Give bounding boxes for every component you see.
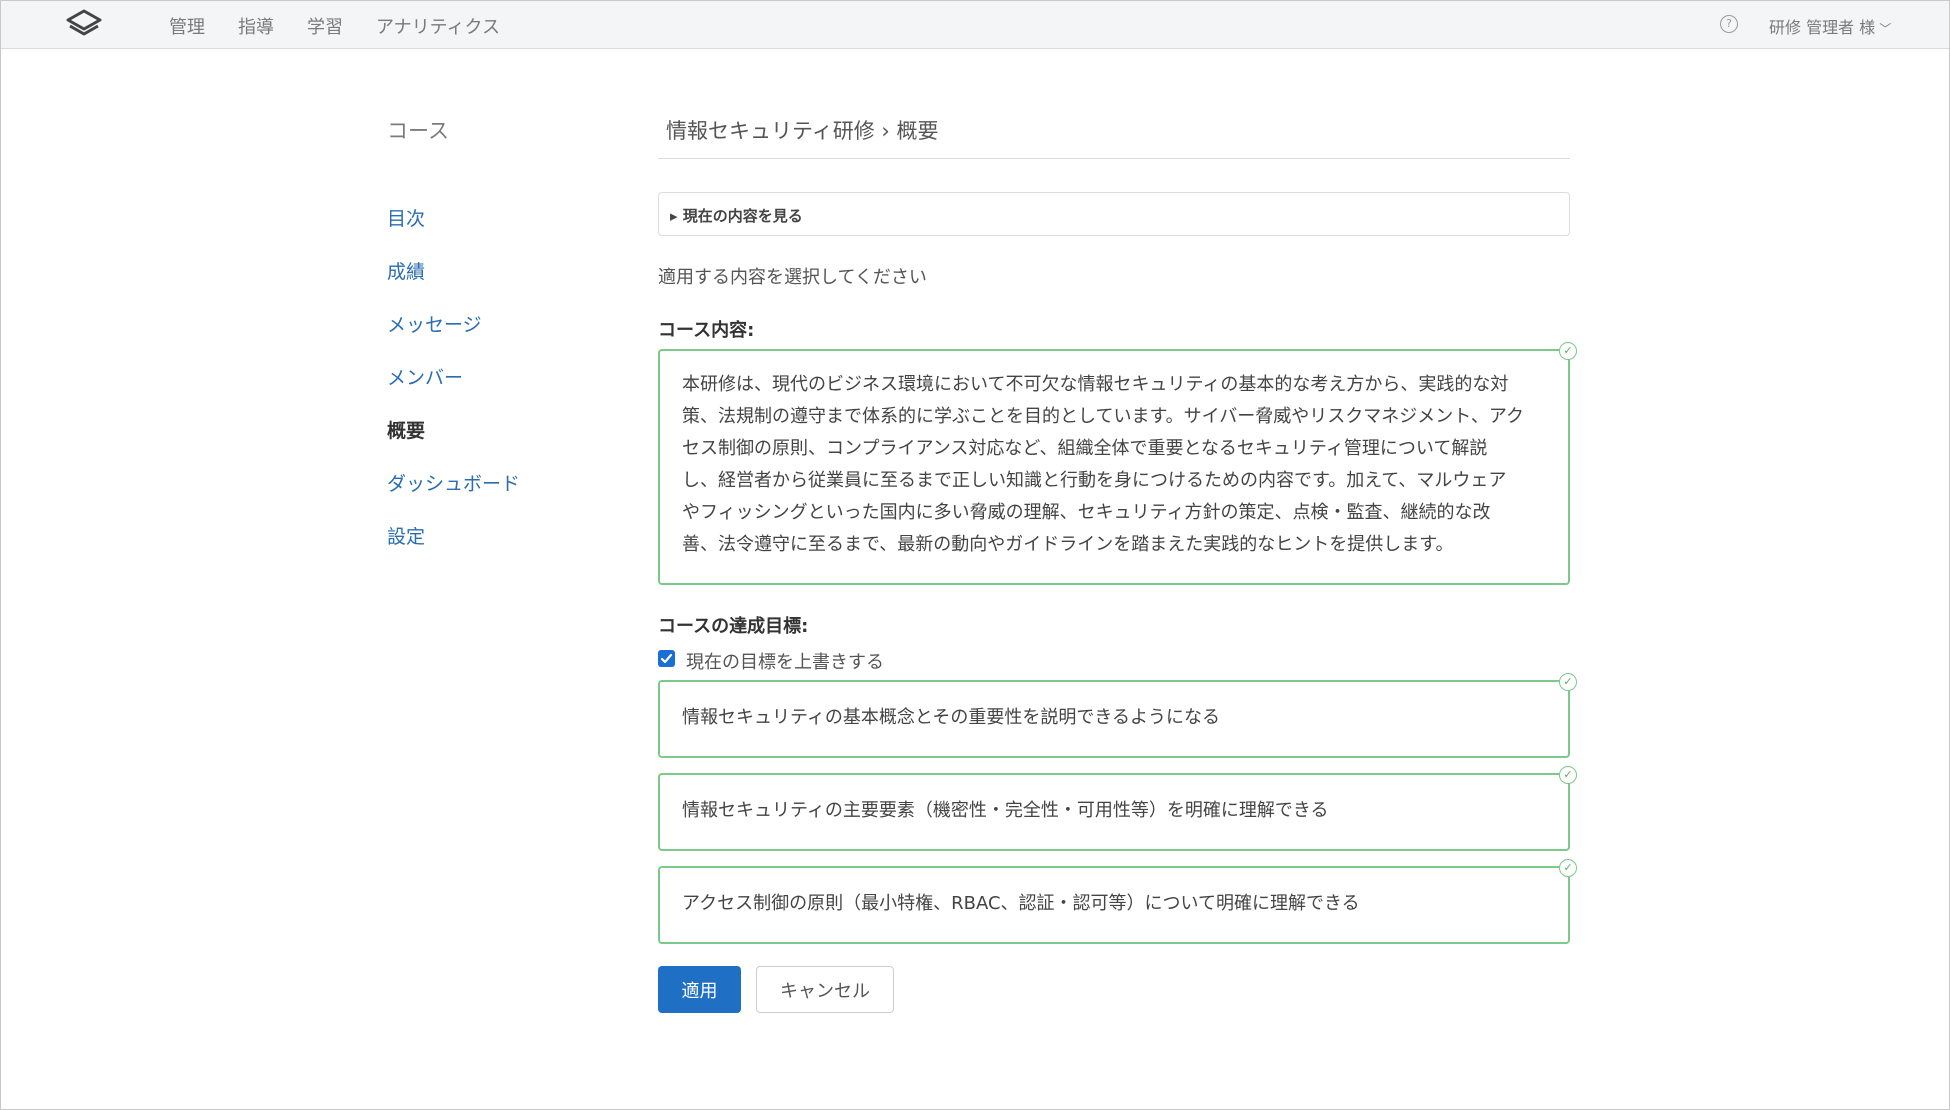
overwrite-goals-label: 現在の目標を上書きする [686,652,884,673]
current-content-toggle-label: ▸ 現在の内容を見る [670,207,803,225]
goal-field-2[interactable]: ✓ 情報セキュリティの主要要素（機密性・完全性・可用性等）を明確に理解できる [658,766,1577,851]
chevron-down-icon: ﹀ [1879,22,1892,36]
sidebar-title: コース [387,119,449,143]
instruction-text: 適用する内容を選択してください [658,267,927,288]
breadcrumb: 情報セキュリティ研修 › 概要 [666,119,939,143]
course-content-line: 善、法令遵守に至るまで、最新の動向やガイドラインを踏まえた実践的なヒントを提供し… [682,534,1454,555]
help-icon[interactable]: ? [1720,15,1738,33]
valid-check-icon: ✓ [1559,859,1577,877]
sidebar-item-overview[interactable]: 概要 [387,416,425,443]
course-content-line: 策、法規制の遵守まで体系的に学ぶことを目的としています。サイバー脅威やリスクマネ… [682,406,1525,427]
cancel-button[interactable]: キャンセル [756,966,894,1013]
nav-item-manage[interactable]: 管理 [169,13,205,39]
user-menu[interactable]: 研修 管理者 様 ﹀ [1769,14,1891,38]
course-content-line: セス制御の原則、コンプライアンス対応など、組織全体で重要となるセキュリティ管理に… [682,438,1488,459]
goal-text: アクセス制御の原則（最小特権、RBAC、認証・認可等）について明確に理解できる [682,893,1360,914]
sidebar-item-toc[interactable]: 目次 [387,204,425,231]
valid-check-icon: ✓ [1559,766,1577,784]
goal-field-1[interactable]: ✓ 情報セキュリティの基本概念とその重要性を説明できるようになる [658,673,1577,758]
course-content-label: コース内容: [658,320,755,341]
sidebar-item-members[interactable]: メンバー [387,363,463,390]
nav-item-instruct[interactable]: 指導 [238,13,274,39]
sidebar-item-grades[interactable]: 成績 [387,257,425,284]
course-content-field[interactable]: ✓ 本研修は、現代のビジネス環境において不可欠な情報セキュリティの基本的な考え方… [658,342,1577,585]
app-window: 管理 指導 学習 アナリティクス ? 研修 管理者 様 ﹀ コース 目次 成績 メ… [0,0,1950,1110]
course-content-line: やフィッシングといった国内に多い脅威の理解、セキュリティ方針の策定、点検・監査、… [682,502,1491,523]
goal-text: 情報セキュリティの基本概念とその重要性を説明できるようになる [682,707,1221,728]
course-content-line: 本研修は、現代のビジネス環境において不可欠な情報セキュリティの基本的な考え方から… [682,374,1509,395]
goals-label: コースの達成目標: [658,616,809,637]
sidebar-item-dashboard[interactable]: ダッシュボード [387,469,520,496]
apply-button[interactable]: 適用 [658,966,741,1013]
course-content-line: し、経営者から従業員に至るまで正しい知識と行動を身につけるための内容です。加えて… [682,470,1507,491]
nav-item-learn[interactable]: 学習 [307,13,343,39]
user-name: 研修 管理者 様 [1769,18,1876,37]
valid-check-icon: ✓ [1559,342,1577,360]
overwrite-goals-checkbox[interactable] [658,650,675,667]
layers-logo-icon[interactable] [64,8,104,42]
valid-check-icon: ✓ [1559,673,1577,691]
sidebar-item-messages[interactable]: メッセージ [387,310,482,337]
goal-field-3[interactable]: ✓ アクセス制御の原則（最小特権、RBAC、認証・認可等）について明確に理解でき… [658,859,1577,944]
goal-text: 情報セキュリティの主要要素（機密性・完全性・可用性等）を明確に理解できる [682,800,1329,821]
divider [658,158,1570,159]
sidebar-item-settings[interactable]: 設定 [387,522,425,549]
nav-item-analytics[interactable]: アナリティクス [376,13,500,39]
top-navbar: 管理 指導 学習 アナリティクス ? 研修 管理者 様 ﹀ [1,1,1949,49]
current-content-toggle[interactable]: ▸ 現在の内容を見る [658,192,1570,236]
